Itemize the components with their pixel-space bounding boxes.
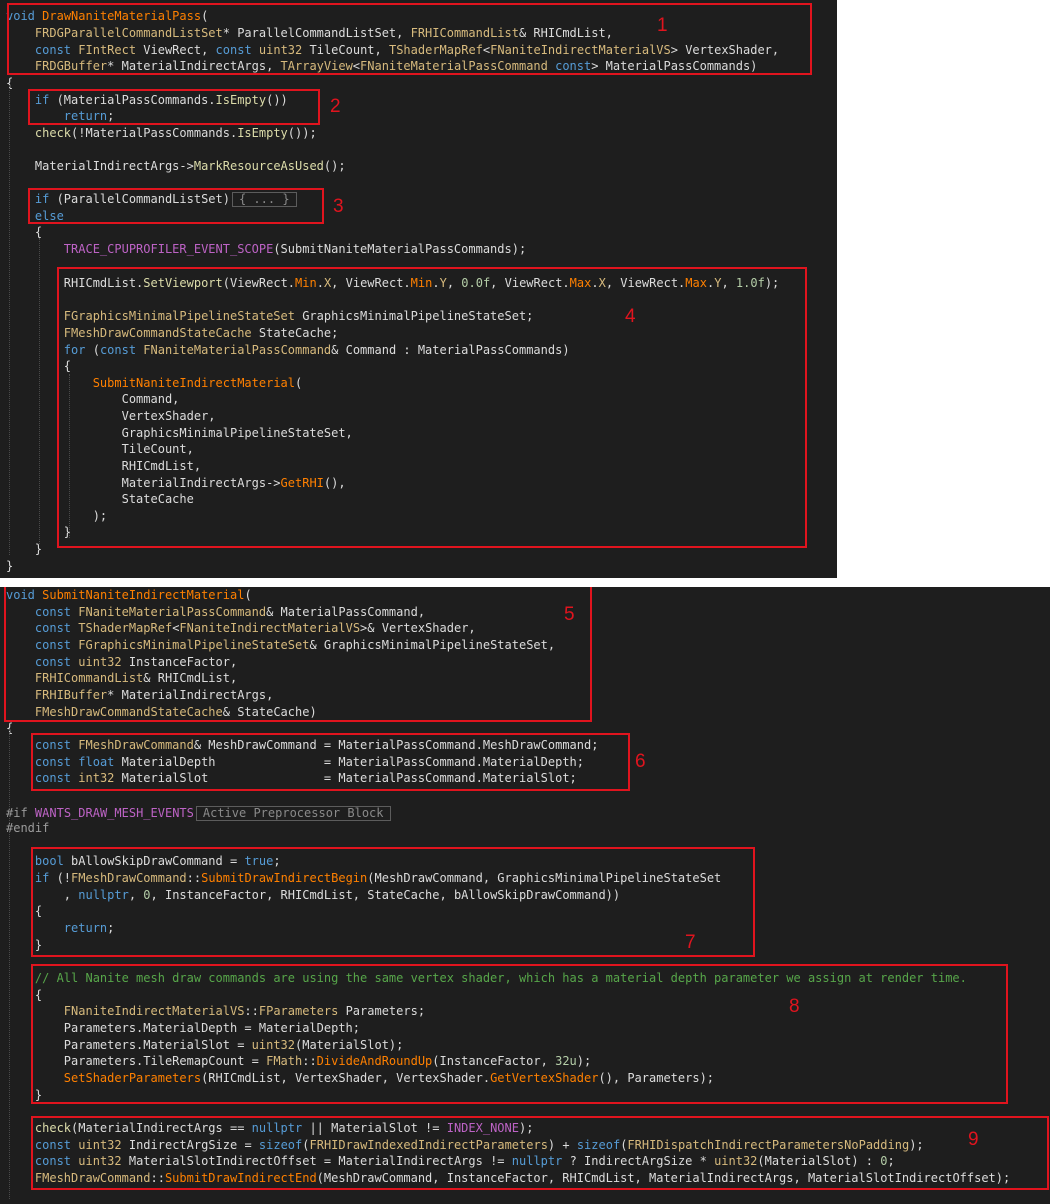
annotation-label-7: 7: [685, 932, 696, 953]
code-line: {: [6, 224, 42, 241]
annotation-label-4: 4: [625, 306, 636, 327]
annotation-label-9: 9: [968, 1129, 979, 1150]
annotation-label-5: 5: [564, 604, 575, 625]
indent-guide: [9, 729, 10, 1199]
code-line: }: [6, 541, 42, 558]
annotation-label-6: 6: [635, 751, 646, 772]
code-line: }: [6, 558, 13, 575]
code-line: #endif: [6, 820, 49, 837]
annotation-box-6: [31, 733, 630, 791]
annotation-box-5: [4, 587, 592, 722]
code-token: TRACE_CPUPROFILER_EVENT_SCOPE: [63, 242, 274, 256]
code-editor-top: void DrawNaniteMaterialPass( FRDGParalle…: [0, 0, 837, 578]
annotation-box-4: [57, 267, 807, 548]
code-token: check: [34, 126, 72, 140]
code-token: (SubmitNaniteMaterialPassCommands);: [273, 242, 527, 256]
code-token: ());: [287, 126, 317, 140]
annotation-box-3: [28, 188, 324, 224]
annotation-label-8: 8: [789, 996, 800, 1017]
annotation-box-9: [31, 1116, 1049, 1190]
annotation-label-1: 1: [657, 15, 668, 36]
code-token: }: [6, 542, 43, 556]
code-token: ();: [323, 159, 346, 173]
annotation-label-2: 2: [330, 96, 341, 117]
annotation-box-2: [28, 89, 320, 125]
collapsed-region-indicator[interactable]: Active Preprocessor Block: [195, 806, 391, 821]
indent-guide: [39, 238, 40, 544]
annotation-label-3: 3: [333, 196, 344, 217]
code-token: (!MaterialPassCommands.: [71, 126, 238, 140]
code-editor-bottom: void SubmitNaniteIndirectMaterial( const…: [0, 587, 1050, 1204]
annotation-box-7: [31, 847, 755, 957]
code-line: MaterialIndirectArgs->MarkResourceAsUsed…: [6, 158, 346, 175]
code-token: #endif: [6, 821, 50, 835]
code-line: check(!MaterialPassCommands.IsEmpty());: [6, 125, 317, 142]
indent-guide: [9, 85, 10, 555]
annotation-box-8: [31, 964, 1008, 1104]
code-token: {: [6, 225, 43, 239]
code-token: MarkResourceAsUsed: [193, 159, 324, 173]
code-line: #if WANTS_DRAW_MESH_EVENTS Active Preproc…: [6, 805, 391, 822]
code-token: }: [6, 559, 14, 573]
code-token: MaterialIndirectArgs->: [6, 159, 194, 173]
code-token: WANTS_DRAW_MESH_EVENTS: [34, 806, 194, 820]
annotation-box-1: [7, 3, 812, 75]
code-line: TRACE_CPUPROFILER_EVENT_SCOPE(SubmitNani…: [6, 241, 526, 258]
code-token: IsEmpty: [237, 126, 288, 140]
